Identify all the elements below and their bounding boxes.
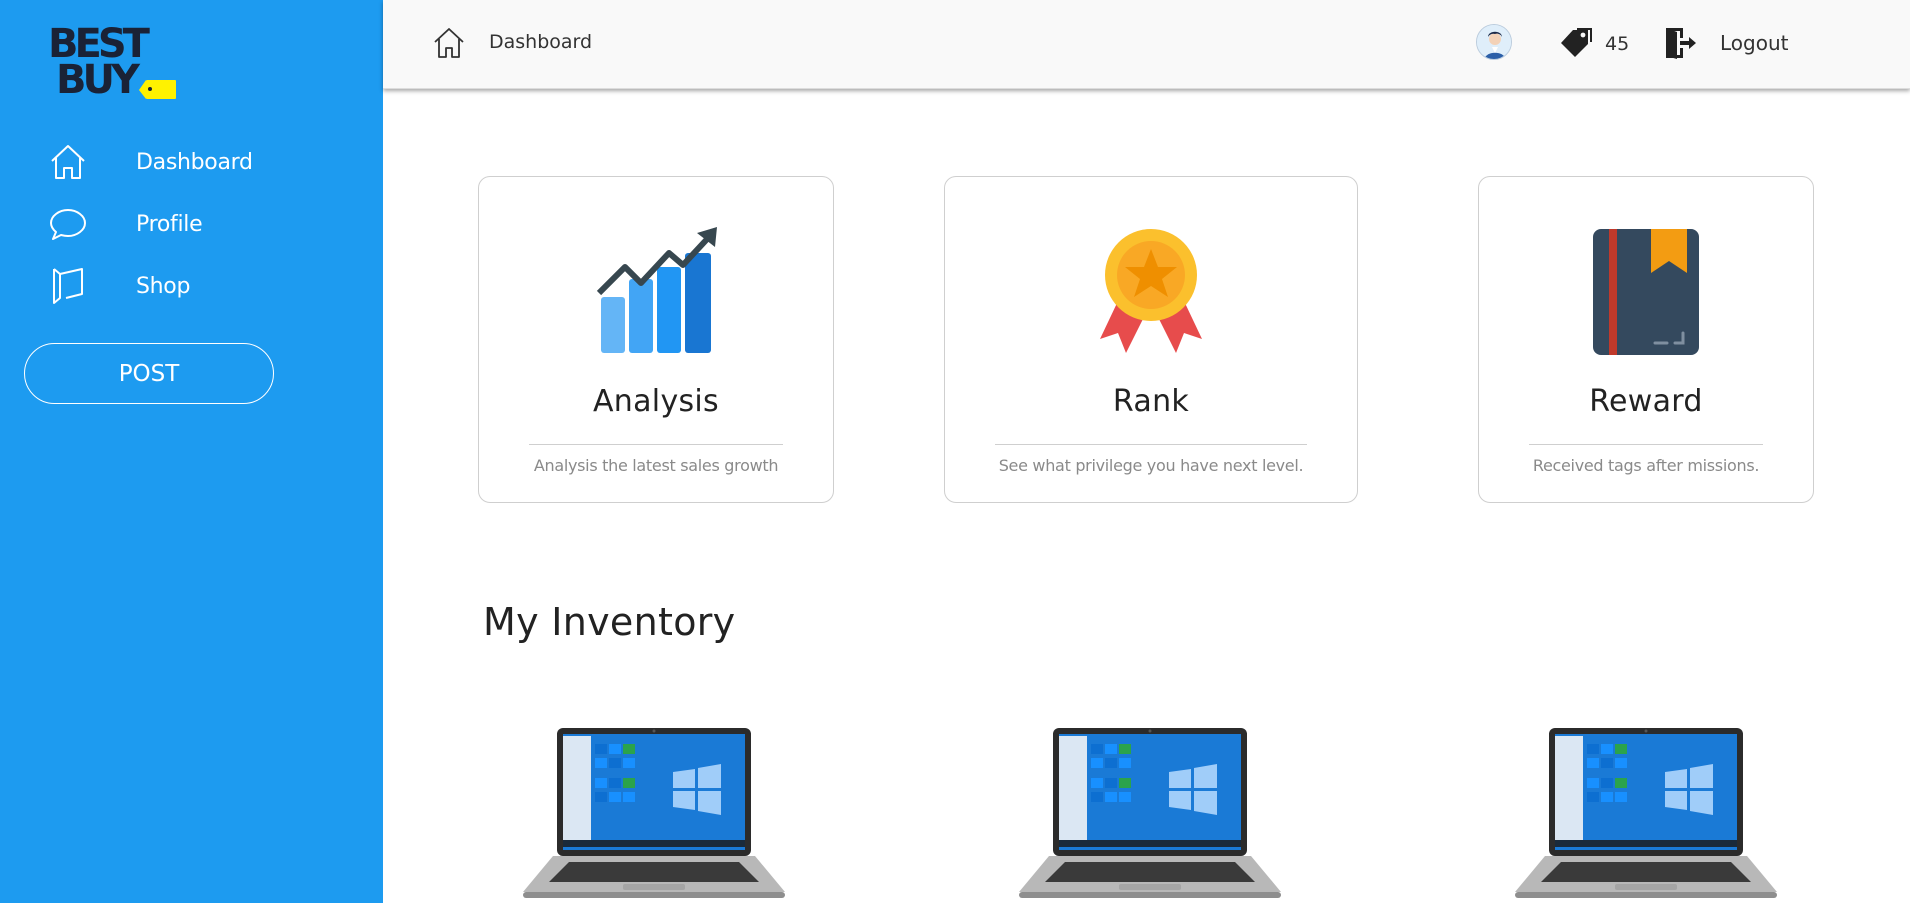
avatar[interactable] — [1476, 24, 1512, 60]
card-description: Received tags after missions. — [1532, 456, 1760, 475]
logout-icon[interactable] — [1663, 26, 1697, 60]
logo-tag-icon — [139, 80, 176, 99]
laptop-image — [1515, 728, 1777, 898]
post-button[interactable]: POST — [24, 343, 274, 404]
laptop-image — [1019, 728, 1281, 898]
sidebar-item-profile[interactable]: Profile — [48, 202, 328, 246]
card-title: Rank — [1112, 384, 1190, 419]
breadcrumb[interactable]: Dashboard — [489, 31, 592, 53]
sidebar-item-label: Shop — [136, 273, 191, 299]
home-icon[interactable] — [432, 26, 466, 60]
sidebar-item-shop[interactable]: Shop — [48, 264, 328, 308]
growth-chart-icon — [593, 227, 719, 357]
sidebar-item-label: Profile — [136, 211, 203, 237]
rank-card[interactable]: Rank See what privilege you have next le… — [944, 176, 1358, 503]
inventory-title: My Inventory — [483, 600, 736, 644]
card-description: Analysis the latest sales growth — [533, 456, 779, 475]
sidebar-item-dashboard[interactable]: Dashboard — [48, 140, 328, 184]
card-divider — [995, 444, 1307, 445]
analysis-card[interactable]: Analysis Analysis the latest sales growt… — [478, 176, 834, 503]
book-bookmark-icon — [1583, 227, 1709, 357]
sidebar: BEST BUY Dashboard Profile Shop POST — [0, 0, 383, 903]
reward-card[interactable]: Reward Received tags after missions. — [1478, 176, 1814, 503]
inventory-item[interactable] — [1019, 722, 1281, 903]
sidebar-item-label: Dashboard — [136, 149, 253, 175]
logout-link[interactable]: Logout — [1720, 31, 1788, 55]
laptop-image — [523, 728, 785, 898]
card-divider — [1529, 444, 1763, 445]
inventory-item[interactable] — [523, 722, 785, 903]
card-description: See what privilege you have next level. — [998, 456, 1304, 475]
top-header: Dashboard 45 Logout — [383, 0, 1910, 89]
bookmark-icon — [48, 266, 88, 306]
tag-count: 45 — [1605, 33, 1630, 55]
medal-icon — [1088, 227, 1214, 357]
card-divider — [529, 444, 783, 445]
price-tags-icon[interactable] — [1559, 26, 1593, 60]
chat-bubble-icon — [48, 204, 88, 244]
card-title: Reward — [1589, 384, 1703, 419]
logo-line-2: BUY — [56, 57, 140, 103]
card-title: Analysis — [592, 384, 719, 419]
best-buy-logo[interactable]: BEST BUY — [48, 24, 183, 104]
home-icon — [48, 142, 88, 182]
inventory-item[interactable] — [1515, 722, 1777, 903]
